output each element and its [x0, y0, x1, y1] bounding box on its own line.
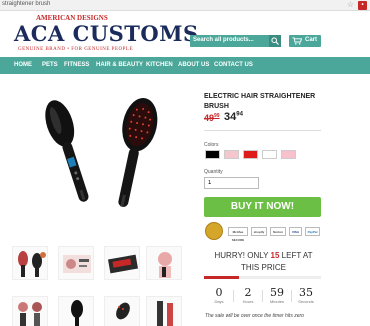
bookmark-star-icon[interactable]: ☆ — [347, 0, 354, 9]
timer-hours-unit: Hours — [242, 299, 254, 304]
thumbnail-6[interactable] — [58, 296, 94, 326]
thumbnail-picture — [116, 302, 130, 320]
logo-sub-text: GENUINE BRAND • FOR GENUINE PEOPLE — [18, 47, 133, 52]
nav-pets[interactable]: PETS — [42, 62, 58, 68]
price-original-cents: 99 — [214, 113, 220, 119]
timer-seconds-unit: Seconds — [298, 299, 314, 304]
urgency-prefix: HURRY! ONLY — [214, 251, 269, 260]
timer-days-unit: Days — [214, 299, 224, 304]
divider — [204, 130, 321, 131]
search-placeholder: Search all products... — [193, 37, 254, 43]
product-title: ELECTRIC HAIR STRAIGHTENER BRUSH — [204, 93, 316, 110]
thumbnail-3[interactable] — [104, 246, 140, 280]
timer-divider — [262, 290, 263, 302]
price-original-value: 49 — [204, 113, 215, 123]
badge-norton: Norton — [270, 227, 286, 236]
straightener-brush-picture — [45, 97, 158, 207]
price-sale-value: 34 — [224, 111, 237, 123]
thumbnail-picture — [18, 302, 42, 326]
site-logo[interactable]: AMERICAN DESIGNS ACA CUSTOMS GENUINE BRA… — [14, 14, 198, 56]
main-nav: HOME PETS FITNESS HAIR & BEAUTY KITCHEN … — [0, 57, 370, 74]
thumbnail-5[interactable] — [12, 296, 48, 326]
timer-minutes-unit: Minutes — [269, 299, 284, 304]
search-icon — [271, 37, 279, 45]
thumbnail-picture — [63, 255, 91, 273]
color-swatch-black[interactable] — [205, 150, 220, 159]
nav-kitchen[interactable]: KITCHEN — [146, 62, 173, 68]
price-original: 4999 — [204, 113, 220, 123]
thumbnail-picture — [107, 254, 139, 274]
sale-note: The sale will be over once the timer hit… — [205, 313, 304, 319]
search-button[interactable] — [269, 35, 281, 47]
address-text[interactable]: straightener brush — [2, 1, 50, 7]
thumbnail-1[interactable] — [12, 246, 48, 280]
timer-minutes-value: 59 — [270, 286, 284, 299]
thumbnail-picture — [157, 301, 173, 326]
thumbnail-7[interactable] — [104, 296, 140, 326]
color-swatch-red[interactable] — [243, 150, 258, 159]
nav-about-us[interactable]: ABOUT US — [178, 62, 209, 68]
quantity-input[interactable] — [204, 177, 259, 189]
cart-icon — [292, 37, 302, 45]
thumbnail-picture — [158, 252, 172, 278]
badge-mcafee: McAfee SECURE — [228, 227, 248, 242]
timer-hours: 2 Hours — [235, 286, 261, 305]
timer-minutes: 59 Minutes — [264, 286, 290, 305]
buy-now-button[interactable]: BUY IT NOW! — [204, 197, 321, 217]
colors-label: Colors — [204, 142, 219, 148]
badge-visa: VISA — [289, 227, 302, 236]
color-swatch-white[interactable] — [262, 150, 277, 159]
timer-days: 0 Days — [206, 286, 232, 305]
timer-days-value: 0 — [215, 286, 223, 299]
timer-divider — [233, 290, 234, 302]
browser-address-bar[interactable]: straightener brush ☆ • — [0, 0, 370, 11]
thumbnail-8[interactable] — [146, 296, 182, 326]
timer-seconds: 35 Seconds — [293, 286, 319, 305]
nav-contact-us[interactable]: CONTACT US — [214, 62, 253, 68]
price-sale: 3494 — [224, 111, 243, 123]
cart-label: Cart — [305, 37, 318, 43]
thumbnail-picture — [18, 251, 46, 277]
thumbnail-2[interactable] — [58, 246, 94, 280]
stock-progress-bar — [204, 276, 321, 279]
color-swatch-light-pink[interactable] — [281, 150, 296, 159]
extension-icon[interactable]: • — [358, 1, 367, 10]
stock-count: 15 — [270, 251, 280, 260]
stock-urgency-text: HURRY! ONLY 15 LEFT AT THIS PRICE — [206, 250, 321, 274]
logo-main-text: ACA CUSTOMS — [14, 21, 199, 46]
thumbnail-4[interactable] — [146, 246, 182, 280]
thumbnail-picture — [71, 300, 83, 326]
nav-home[interactable]: HOME — [14, 62, 32, 68]
color-swatch-pink[interactable] — [224, 150, 239, 159]
timer-seconds-value: 35 — [299, 286, 313, 299]
nav-hair-beauty[interactable]: HAIR & BEAUTY — [96, 62, 143, 68]
stock-progress-fill — [204, 276, 240, 279]
timer-divider — [291, 290, 292, 302]
badge-shopify: shopify — [251, 227, 267, 236]
quantity-label: Quantity — [204, 169, 223, 175]
badge-paypal: PayPal — [305, 227, 320, 236]
trust-badges: McAfee SECURE shopify Norton VISA PayPal — [204, 222, 321, 242]
product-main-image[interactable] — [24, 92, 184, 224]
nav-fitness[interactable]: FITNESS — [64, 62, 89, 68]
timer-hours-value: 2 — [244, 286, 252, 299]
search-input[interactable]: Search all products... — [190, 35, 281, 47]
price-sale-cents: 94 — [236, 111, 243, 118]
cart-button[interactable]: Cart — [289, 35, 321, 47]
guarantee-seal-icon — [205, 222, 223, 240]
